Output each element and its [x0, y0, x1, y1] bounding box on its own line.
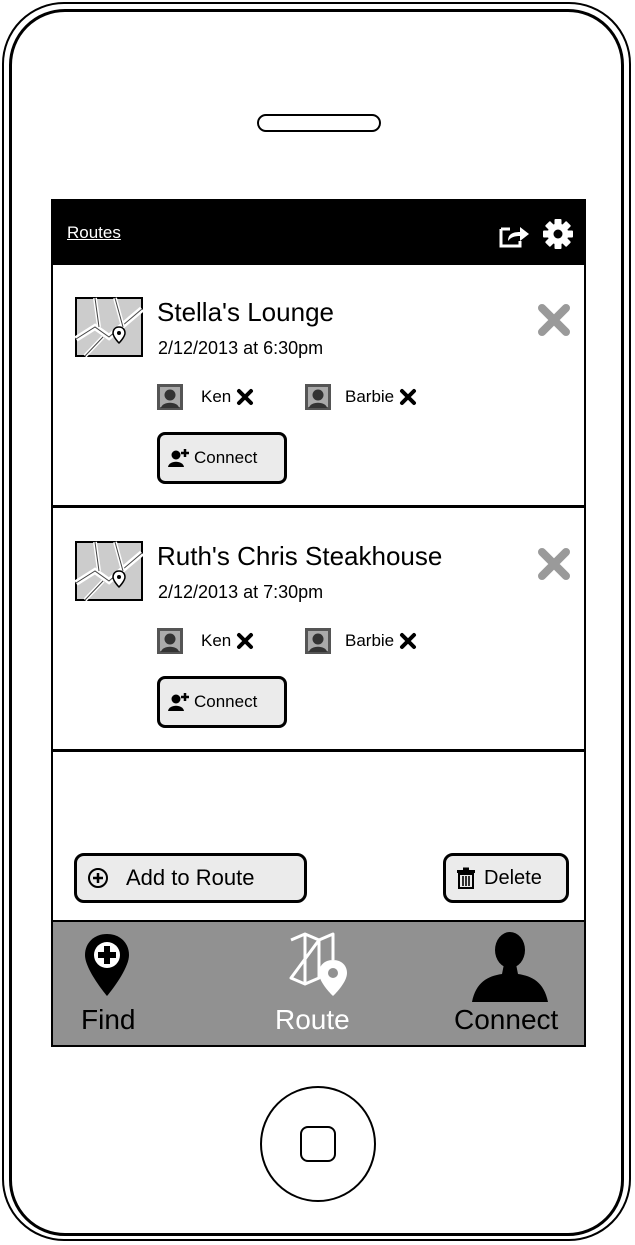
- attendee-chip: Barbie: [305, 628, 417, 654]
- tab-connect-label: Connect: [454, 1004, 559, 1035]
- connect-button[interactable]: Connect: [157, 432, 287, 484]
- add-person-icon: [168, 449, 189, 467]
- tab-route-label: Route: [275, 1004, 350, 1035]
- route-name: Ruth's Chris Steakhouse: [157, 541, 443, 571]
- attendee-chip: Ken: [157, 628, 254, 654]
- avatar-icon: [157, 628, 183, 654]
- map-thumbnail-icon: [75, 297, 143, 357]
- phone-speaker: [257, 114, 381, 132]
- add-to-route-button[interactable]: Add to Route: [74, 853, 307, 903]
- tab-bar: Find Route Connect: [53, 920, 584, 1045]
- connect-button-label: Connect: [194, 692, 258, 711]
- remove-route-icon[interactable]: [536, 302, 572, 338]
- remove-route-icon[interactable]: [536, 546, 572, 582]
- home-button-icon: [300, 1126, 336, 1162]
- tab-find-label: Find: [81, 1004, 136, 1035]
- remove-attendee-icon[interactable]: [236, 388, 254, 406]
- attendee-chip: Barbie: [305, 384, 417, 410]
- attendee-chip: Ken: [157, 384, 254, 410]
- gear-icon[interactable]: [542, 218, 574, 250]
- page-title-link[interactable]: Routes: [67, 223, 121, 243]
- route-card[interactable]: Ruth's Chris Steakhouse 2/12/2013 at 7:3…: [53, 509, 584, 752]
- tab-find[interactable]: Find: [53, 922, 213, 1045]
- remove-attendee-icon[interactable]: [399, 388, 417, 406]
- person-icon: [472, 932, 548, 1002]
- avatar-icon: [305, 628, 331, 654]
- home-button[interactable]: [260, 1086, 376, 1202]
- header-bar: Routes: [53, 201, 584, 265]
- route-name: Stella's Lounge: [157, 297, 334, 327]
- route-datetime: 2/12/2013 at 6:30pm: [158, 338, 324, 358]
- attendee-name: Ken: [201, 631, 232, 650]
- route-card[interactable]: Stella's Lounge 2/12/2013 at 6:30pm Ken: [53, 265, 584, 508]
- attendee-name: Barbie: [345, 387, 395, 406]
- avatar-icon: [305, 384, 331, 410]
- tab-connect[interactable]: Connect: [433, 922, 584, 1045]
- attendee-name: Barbie: [345, 631, 395, 650]
- connect-button[interactable]: Connect: [157, 676, 287, 728]
- delete-label: Delete: [484, 866, 542, 889]
- delete-button[interactable]: Delete: [443, 853, 569, 903]
- share-icon[interactable]: [498, 221, 532, 249]
- route-datetime: 2/12/2013 at 7:30pm: [158, 582, 324, 602]
- add-circle-icon: [88, 868, 108, 888]
- avatar-icon: [157, 384, 183, 410]
- add-to-route-label: Add to Route: [126, 865, 255, 890]
- add-person-icon: [168, 693, 189, 711]
- tab-route[interactable]: Route: [233, 922, 403, 1045]
- find-pin-icon: [85, 934, 129, 996]
- remove-attendee-icon[interactable]: [236, 632, 254, 650]
- connect-button-label: Connect: [194, 448, 258, 467]
- route-map-icon: [289, 932, 347, 996]
- attendee-name: Ken: [201, 387, 232, 406]
- trash-icon: [457, 867, 475, 889]
- app-screen: Routes Stella's Lounge 2/12/2013 at 6:30…: [51, 199, 586, 1047]
- remove-attendee-icon[interactable]: [399, 632, 417, 650]
- map-thumbnail-icon: [75, 541, 143, 601]
